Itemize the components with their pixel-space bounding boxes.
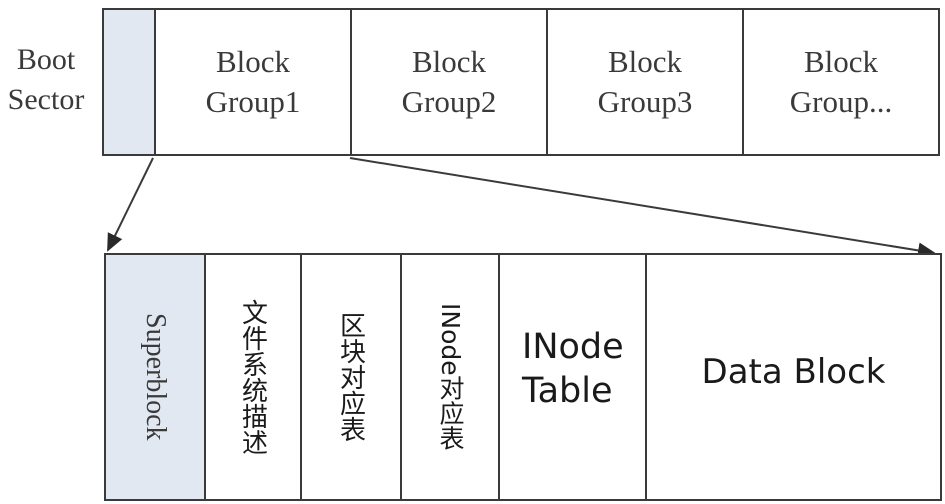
block-group-2-line1: Block [411,44,487,79]
inode-table-line2: Table [522,371,613,411]
block-bitmap-label: 区块对应表 [335,312,366,442]
superblock-label: Superblock [140,313,171,441]
boot-sector-line2: Sector [7,83,85,116]
superblock-cell: Superblock [104,253,206,501]
block-bitmap-cell: 区块对应表 [300,253,402,501]
block-group-1-line1: Block [215,44,291,79]
inode-table-cell: INode Table [498,253,647,501]
block-group-3-line1: Block [607,44,683,79]
block-group-3: Block Group3 [546,8,744,156]
data-block-cell: Data Block [645,253,942,501]
block-group-more-line2: Group... [789,84,893,119]
fs-descriptor-label: 文件系统描述 [237,299,268,455]
inode-bitmap-label: INode对应表 [436,303,465,451]
block-group-more-line1: Block [803,44,879,79]
block-group-1-line2: Group1 [205,84,301,119]
right-expansion-arrow [349,157,936,259]
block-group-2-line2: Group2 [401,84,497,119]
boot-sector-cell [102,8,156,156]
left-expansion-arrow [107,157,154,252]
boot-sector-label: Boot Sector [0,40,92,120]
block-group-more: Block Group... [742,8,940,156]
fs-descriptor-cell: 文件系统描述 [204,253,302,501]
inode-bitmap-cell: INode对应表 [400,253,500,501]
data-block-label: Data Block [701,352,886,392]
inode-table-line1: INode [522,327,624,367]
block-group-3-line2: Group3 [597,84,693,119]
block-group-1: Block Group1 [154,8,352,156]
boot-sector-line1: Boot [16,43,76,76]
block-group-2: Block Group2 [350,8,548,156]
